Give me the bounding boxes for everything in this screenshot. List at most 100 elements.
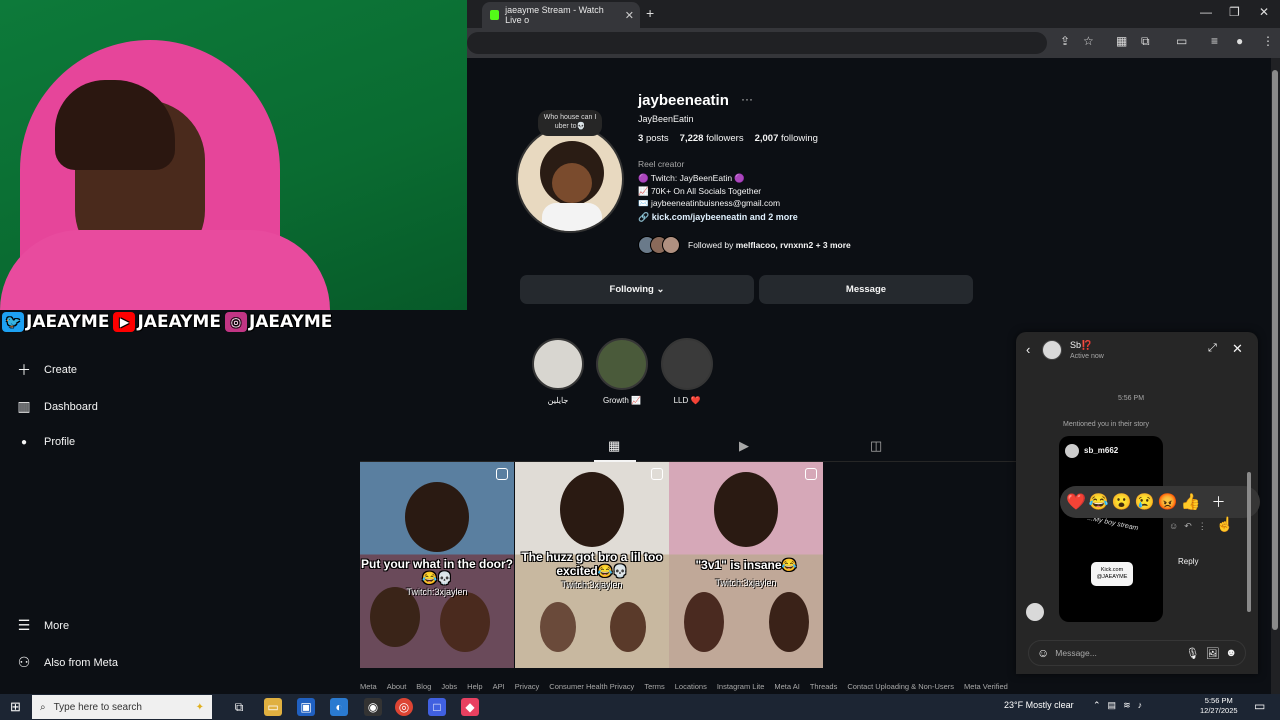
maximize-icon[interactable]: ❐ (1229, 5, 1240, 19)
highlight[interactable]: LLD ❤️ (660, 338, 714, 405)
reply-arrow-icon[interactable]: ↶ (1184, 521, 1192, 532)
footer-link[interactable]: Threads (810, 682, 838, 691)
page-scroll-thumb[interactable] (1272, 70, 1278, 630)
meta-icon: ⚇ (17, 654, 31, 670)
profile-link[interactable]: 🔗 kick.com/jaybeeneatin and 2 more (638, 212, 798, 223)
app-icon[interactable]: ◆ (461, 698, 479, 716)
puzzle-icon[interactable]: ⧉ (1141, 34, 1150, 49)
more-options-icon[interactable]: ⋮ (1198, 521, 1207, 532)
install-icon[interactable]: ⇪ (1060, 34, 1070, 48)
angry-reaction[interactable]: 😡 (1158, 492, 1178, 512)
footer-link[interactable]: Help (467, 682, 482, 691)
social-handles-bar: 🐦 JAEAYME ▶ JAEAYME ◎ JAEAYME (0, 310, 467, 334)
task-view-icon[interactable]: ⧉ (230, 698, 248, 716)
post-tile[interactable]: "3v1" is insane😂 Twitch:3xjaylen (669, 462, 823, 668)
footer-link[interactable]: Instagram Lite (717, 682, 765, 691)
app-icon[interactable]: □ (428, 698, 446, 716)
footer-link[interactable]: Meta Verified (964, 682, 1008, 691)
taskbar-clock[interactable]: 5:56 PM 12/27/2025 (1200, 696, 1238, 716)
emoji-icon[interactable]: ☺ (1037, 646, 1049, 660)
wow-reaction[interactable]: 😮 (1112, 492, 1132, 512)
more-reactions-plus-icon[interactable]: ＋ (1212, 492, 1226, 512)
menu-kebab-icon[interactable]: ⋮ (1262, 34, 1274, 48)
bio-line: 🟣 Twitch: JayBeenEatin 🟣 (638, 173, 746, 183)
profile-note[interactable]: Who house can I uber to💀 (538, 110, 602, 136)
post-tile[interactable]: The huzz got bro a lil too excited😂💀 Twi… (515, 462, 669, 668)
address-input[interactable] (467, 32, 1047, 54)
footer-link[interactable]: Consumer Health Privacy (549, 682, 634, 691)
story-preview[interactable]: sb_m662 ...My boy stream Kick.com @JAEAY… (1059, 436, 1163, 622)
highlight-cover (661, 338, 713, 390)
profile-icon[interactable]: ● (1236, 34, 1243, 48)
close-tab-icon[interactable]: ✕ (625, 9, 634, 22)
followed-by[interactable]: Followed by melflacoo, rvnxnn2 + 3 more (638, 236, 851, 254)
footer-link[interactable]: Privacy (515, 682, 540, 691)
posts-grid-tab-icon[interactable]: ▦ (608, 438, 620, 454)
chat-avatar[interactable] (1042, 340, 1062, 360)
tagged-tab-icon[interactable]: ◫ (870, 438, 882, 454)
notification-icon[interactable]: ▭ (1254, 699, 1265, 713)
chat-scrollbar[interactable] (1245, 372, 1253, 622)
footer-link[interactable]: Jobs (441, 682, 457, 691)
network-icon[interactable]: ▤ (1108, 700, 1117, 711)
footer-link[interactable]: Meta (360, 682, 377, 691)
sticker-icon[interactable]: ☻ (1225, 647, 1237, 659)
footer-link[interactable]: Terms (644, 682, 664, 691)
close-chat-icon[interactable]: ✕ (1232, 341, 1243, 357)
volume-icon[interactable]: ♪ (1138, 700, 1143, 711)
footer-link[interactable]: Locations (675, 682, 707, 691)
following-count[interactable]: 2,007 following (755, 133, 818, 144)
footer-link[interactable]: About (387, 682, 407, 691)
wifi-icon[interactable]: ≋ (1123, 700, 1131, 711)
taskbar-search[interactable]: ⌕ Type here to search ✦ (32, 695, 212, 719)
store-icon[interactable]: ▣ (297, 698, 315, 716)
chrome-icon[interactable]: ◎ (395, 698, 413, 716)
options-icon[interactable]: ··· (741, 92, 753, 106)
emoji-react-icon[interactable]: ☺ (1169, 521, 1178, 532)
file-explorer-icon[interactable]: ▭ (264, 698, 282, 716)
footer-link[interactable]: Contact Uploading & Non-Users (847, 682, 954, 691)
message-input[interactable]: Message... (1055, 648, 1179, 658)
thumbs-up-reaction[interactable]: 👍 (1181, 492, 1201, 512)
heart-reaction[interactable]: ❤️ (1066, 492, 1086, 512)
browser-tab[interactable]: jaeayme Stream - Watch Live o ✕ (482, 2, 640, 28)
chevron-up-icon[interactable]: ⌃ (1093, 700, 1101, 711)
obs-icon[interactable]: ◉ (364, 698, 382, 716)
laugh-reaction[interactable]: 😂 (1089, 492, 1109, 512)
footer-link[interactable]: Meta AI (774, 682, 799, 691)
reply-button[interactable]: Reply (1178, 557, 1198, 566)
minimize-icon[interactable]: — (1200, 5, 1212, 19)
twitter-icon: 🐦 (2, 312, 24, 332)
nav-more[interactable]: ☰ More (16, 617, 69, 634)
followers-count[interactable]: 7,228 followers (680, 133, 744, 144)
image-icon[interactable]: 🖼 (1205, 647, 1219, 660)
nav-also-from-meta[interactable]: ⚇ Also from Meta (16, 654, 118, 671)
sad-reaction[interactable]: 😢 (1135, 492, 1155, 512)
windows-start-icon[interactable]: ⊞ (10, 699, 21, 715)
following-button[interactable]: Following ⌄ (520, 275, 754, 304)
message-button[interactable]: Message (759, 275, 973, 304)
profile-avatar[interactable] (516, 125, 624, 233)
nav-create[interactable]: ＋ Create (16, 360, 77, 380)
bio-line: 📈 70K+ On All Socials Together (638, 186, 762, 196)
reels-tab-icon[interactable]: ▶ (739, 438, 749, 454)
sidebar-icon[interactable]: ▭ (1176, 34, 1187, 48)
extension-icon[interactable]: ▦ (1116, 34, 1127, 48)
highlight[interactable]: جايلين (531, 338, 585, 405)
nav-profile[interactable]: ● Profile (16, 436, 75, 448)
bookmark-star-icon[interactable]: ☆ (1083, 34, 1094, 48)
footer-link[interactable]: Blog (416, 682, 431, 691)
new-tab-button[interactable]: + (646, 5, 654, 21)
footer-link[interactable]: API (493, 682, 505, 691)
highlight[interactable]: Growth 📈 (595, 338, 649, 405)
chat-name[interactable]: Sb⁉️ (1070, 340, 1092, 351)
weather-widget[interactable]: 23°F Mostly clear (1004, 700, 1074, 710)
close-window-icon[interactable]: ✕ (1259, 5, 1269, 19)
microphone-icon[interactable]: 🎙 (1185, 647, 1199, 660)
expand-icon[interactable]: ⤢ (1208, 342, 1217, 355)
media-icon[interactable]: ≡ (1211, 34, 1218, 48)
nav-dashboard[interactable]: ▥ Dashboard (16, 398, 97, 415)
back-chevron-icon[interactable]: ‹ (1026, 342, 1030, 357)
edge-icon[interactable]: ◐ (330, 698, 348, 716)
post-tile[interactable]: Put your what in the door?😂💀 Twitch:3xja… (360, 462, 514, 668)
